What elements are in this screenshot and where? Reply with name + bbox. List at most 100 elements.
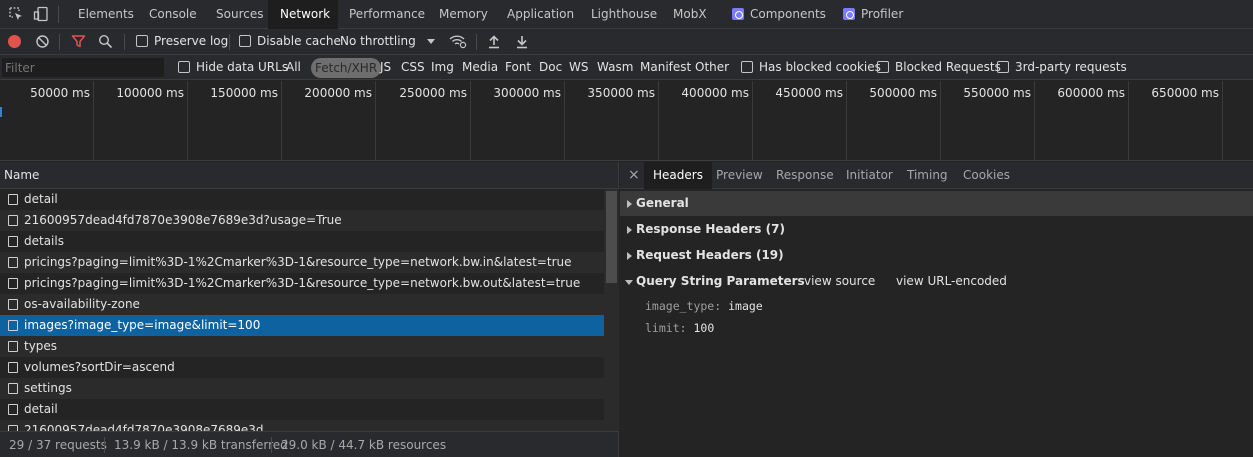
name-column-header[interactable]: Name [0, 162, 619, 189]
blocked-requests-checkbox[interactable] [877, 61, 889, 73]
divider [271, 437, 272, 453]
tab-timing[interactable]: Timing [907, 162, 948, 189]
preserve-log-checkbox[interactable] [136, 35, 148, 47]
table-row[interactable]: 21600957dead4fd7870e3908e7689e3d [0, 420, 604, 431]
filter-type-js[interactable]: JS [380, 55, 391, 80]
hide-data-urls-checkbox[interactable] [178, 61, 190, 73]
collapse-icon [625, 280, 633, 285]
filter-type-ws[interactable]: WS [569, 55, 588, 80]
tab-sources[interactable]: Sources [204, 0, 275, 29]
table-row-selected[interactable]: images?image_type=image&limit=100 [0, 315, 604, 336]
filter-bar: Hide data URLs All Fetch/XHR JS CSS Img … [0, 55, 1253, 80]
expand-icon [627, 226, 632, 234]
filter-type-img[interactable]: Img [431, 55, 454, 80]
row-icon [8, 383, 18, 394]
import-har-icon[interactable] [487, 34, 501, 49]
tab-preview[interactable]: Preview [716, 162, 763, 189]
column-label: Name [4, 168, 40, 182]
query-string-section-header[interactable]: Query String Parameters view source view… [620, 269, 1253, 294]
headers-panel: General Response Headers (7) Request Hea… [620, 189, 1253, 457]
table-row[interactable]: pricings?paging=limit%3D-1%2Cmarker%3D-1… [0, 273, 604, 294]
request-detail-tabs: × Headers Preview Response Initiator Tim… [620, 162, 1253, 189]
tab-label: Lighthouse [591, 7, 658, 21]
request-headers-section-header[interactable]: Request Headers (19) [620, 243, 1253, 268]
section-title: Query String Parameters [636, 274, 805, 288]
scrollbar-thumb[interactable] [606, 191, 617, 283]
filter-type-media[interactable]: Media [462, 55, 498, 80]
table-row[interactable]: detail [0, 399, 604, 420]
row-icon [8, 194, 18, 205]
filter-type-other[interactable]: Other [695, 55, 729, 80]
table-row[interactable]: detail [0, 189, 604, 210]
view-source-button[interactable]: view source [804, 269, 875, 294]
tab-components[interactable]: Components [720, 0, 838, 29]
has-blocked-cookies-checkbox[interactable] [741, 61, 753, 73]
filter-type-font[interactable]: Font [505, 55, 531, 80]
tab-response[interactable]: Response [776, 162, 834, 189]
divider [476, 34, 477, 50]
filter-type-fetch-xhr[interactable]: Fetch/XHR [311, 58, 382, 78]
table-row[interactable]: volumes?sortDir=ascend [0, 357, 604, 378]
third-party-checkbox[interactable] [997, 61, 1009, 73]
row-icon [8, 299, 18, 310]
table-row[interactable]: types [0, 336, 604, 357]
timeline-tick-label: 50000 ms [30, 86, 90, 100]
request-name: details [24, 234, 64, 248]
has-blocked-cookies-label: Has blocked cookies [759, 60, 881, 74]
devtools-tab-bar: Elements Console Sources Network Perform… [0, 0, 1253, 29]
timeline-tick-label: 650000 ms [1151, 86, 1219, 100]
view-url-encoded-button[interactable]: view URL-encoded [896, 269, 1007, 294]
device-toolbar-icon[interactable] [33, 6, 49, 22]
tab-memory[interactable]: Memory [427, 0, 500, 29]
request-list-scrollbar[interactable] [604, 189, 619, 431]
tab-headers[interactable]: Headers [644, 162, 712, 189]
tab-performance[interactable]: Performance [309, 0, 437, 29]
timeline-tick-label: 250000 ms [399, 86, 467, 100]
row-icon [8, 236, 18, 247]
search-icon[interactable] [98, 34, 113, 49]
close-icon[interactable]: × [628, 162, 640, 189]
filter-type-css[interactable]: CSS [401, 55, 425, 80]
timeline-gridline [564, 81, 565, 161]
timeline-tick-label: 300000 ms [493, 86, 561, 100]
tab-application[interactable]: Application [495, 0, 586, 29]
timeline-tick-label: 550000 ms [963, 86, 1031, 100]
tab-initiator[interactable]: Initiator [846, 162, 893, 189]
filter-type-manifest[interactable]: Manifest [640, 55, 691, 80]
table-row[interactable]: os-availability-zone [0, 294, 604, 315]
tab-lighthouse[interactable]: Lighthouse [579, 0, 669, 29]
export-har-icon[interactable] [515, 34, 529, 49]
tab-label: Console [149, 7, 197, 21]
tab-console[interactable]: Console [137, 0, 209, 29]
tab-cookies[interactable]: Cookies [963, 162, 1010, 189]
timeline-gridline [1034, 81, 1035, 161]
inspect-element-icon[interactable] [8, 6, 24, 22]
table-row[interactable]: 21600957dead4fd7870e3908e7689e3d?usage=T… [0, 210, 604, 231]
divider [59, 34, 60, 50]
filter-icon[interactable] [71, 34, 86, 49]
throttling-select[interactable]: No throttling [340, 29, 440, 55]
general-section-header[interactable]: General [620, 191, 1253, 216]
record-button[interactable] [8, 35, 21, 48]
filter-type-wasm[interactable]: Wasm [597, 55, 633, 80]
tab-elements[interactable]: Elements [66, 0, 146, 29]
hide-data-urls-label: Hide data URLs [196, 60, 289, 74]
disable-cache-label: Disable cache [257, 34, 341, 48]
request-count: 29 / 37 requests [9, 438, 107, 452]
tab-mobx[interactable]: MobX [661, 0, 719, 29]
param-value: image [728, 299, 763, 313]
param-key: limit: [645, 321, 687, 335]
tab-profiler[interactable]: Profiler [831, 0, 915, 29]
filter-input[interactable] [2, 58, 164, 77]
clear-icon[interactable] [35, 34, 50, 49]
table-row[interactable]: details [0, 231, 604, 252]
disable-cache-checkbox[interactable] [239, 35, 251, 47]
network-conditions-icon[interactable] [449, 33, 467, 49]
response-headers-section-header[interactable]: Response Headers (7) [620, 217, 1253, 242]
table-row[interactable]: pricings?paging=limit%3D-1%2Cmarker%3D-1… [0, 252, 604, 273]
filter-type-all[interactable]: All [286, 55, 301, 80]
request-name: volumes?sortDir=ascend [24, 360, 175, 374]
table-row[interactable]: settings [0, 378, 604, 399]
filter-type-doc[interactable]: Doc [539, 55, 562, 80]
network-overview-timeline[interactable]: 50000 ms 100000 ms 150000 ms 200000 ms 25000… [0, 81, 1253, 161]
